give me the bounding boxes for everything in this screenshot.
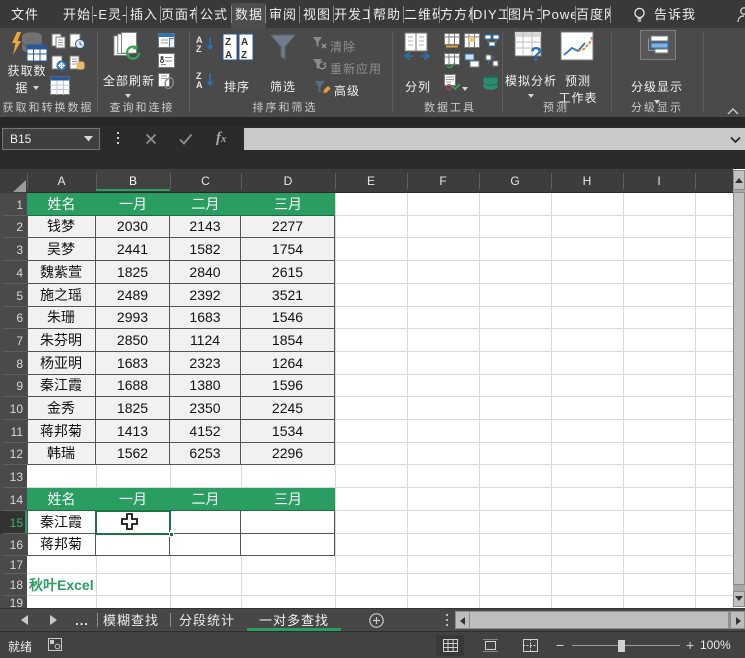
svg-text:A: A [241,37,248,48]
svg-text:Z: Z [241,50,247,61]
svg-text:A: A [225,50,232,61]
svg-text:?: ? [530,44,542,63]
svg-text:A: A [196,80,203,89]
svg-text:Z: Z [196,44,202,53]
svg-text:Z: Z [225,37,231,48]
